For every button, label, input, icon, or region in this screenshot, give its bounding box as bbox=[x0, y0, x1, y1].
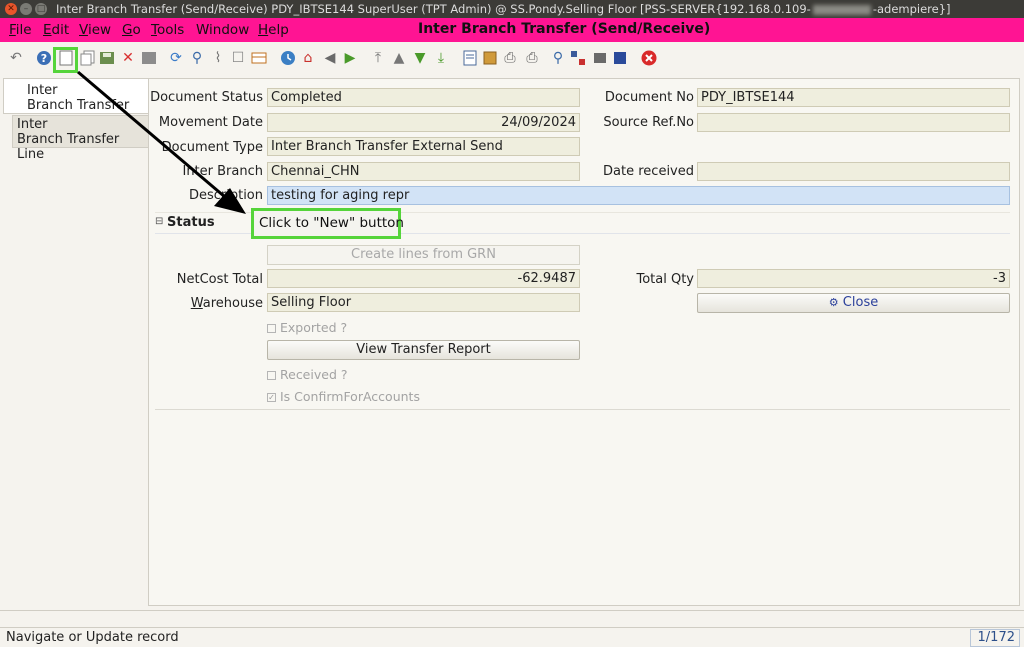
menu-tools[interactable]: Tools bbox=[151, 22, 184, 38]
history-icon[interactable] bbox=[280, 50, 296, 66]
menu-bar: File Edit View Go Tools Window Help Inte… bbox=[0, 18, 1024, 42]
instruction-callout: Click to "New" button bbox=[251, 208, 404, 239]
received-label: Received ? bbox=[280, 367, 348, 382]
inter-branch-field[interactable]: Chennai_CHN bbox=[267, 162, 580, 181]
document-type-label: Document Type bbox=[161, 140, 263, 155]
save-disabled-icon[interactable] bbox=[141, 50, 157, 66]
find-icon[interactable]: ⚲ bbox=[189, 50, 205, 66]
report-icon[interactable] bbox=[462, 50, 478, 66]
help-icon[interactable]: ? bbox=[36, 50, 52, 66]
window-title: Inter Branch Transfer (Send/Receive) PDY… bbox=[56, 2, 951, 16]
document-type-field[interactable]: Inter Branch Transfer External Send bbox=[267, 137, 580, 156]
netcost-label: NetCost Total bbox=[176, 272, 263, 287]
home-icon[interactable]: ⌂ bbox=[300, 50, 316, 66]
view-transfer-report-button[interactable]: View Transfer Report bbox=[267, 340, 580, 360]
exit-icon[interactable] bbox=[641, 50, 657, 66]
status-message: Navigate or Update record bbox=[6, 630, 179, 645]
attachment-icon[interactable]: ⌇ bbox=[210, 50, 226, 66]
product-info-icon[interactable] bbox=[612, 50, 628, 66]
copy-record-icon[interactable] bbox=[80, 50, 96, 66]
workflow-icon[interactable] bbox=[570, 50, 586, 66]
print-icon[interactable]: ⎙ bbox=[524, 50, 540, 66]
section-divider bbox=[155, 409, 1010, 410]
description-label: Description bbox=[188, 188, 263, 203]
status-bar: Navigate or Update record 1/172 bbox=[0, 627, 1024, 647]
collapse-icon[interactable]: ⊟ bbox=[155, 216, 163, 227]
document-status-field[interactable]: Completed bbox=[267, 88, 580, 107]
window-maximize-icon[interactable]: □ bbox=[35, 3, 47, 15]
record-count[interactable]: 1/172 bbox=[970, 629, 1020, 647]
received-checkbox[interactable]: Received ? bbox=[267, 367, 347, 382]
confirm-label: Is ConfirmForAccounts bbox=[280, 389, 420, 404]
create-lines-button[interactable]: Create lines from GRN bbox=[267, 245, 580, 265]
close-document-button[interactable]: ⚙ Close bbox=[697, 293, 1010, 313]
new-button-highlight bbox=[53, 47, 78, 73]
source-ref-label: Source Ref.No bbox=[603, 115, 694, 130]
last-record-icon[interactable]: ⤓ bbox=[433, 50, 449, 66]
menu-file[interactable]: File bbox=[9, 22, 32, 38]
archive-icon[interactable] bbox=[482, 50, 498, 66]
status-section-title: Status bbox=[167, 215, 215, 230]
confirm-for-accounts-checkbox[interactable]: ✓ Is ConfirmForAccounts bbox=[267, 389, 420, 404]
first-record-icon[interactable]: ⤒ bbox=[370, 50, 386, 66]
menu-help[interactable]: Help bbox=[258, 22, 289, 38]
undo-icon[interactable]: ↶ bbox=[8, 50, 24, 66]
window-close-icon[interactable]: ✕ bbox=[5, 3, 17, 15]
window-titlebar: ✕ – □ Inter Branch Transfer (Send/Receiv… bbox=[0, 0, 1024, 18]
statusbar-spacer bbox=[0, 610, 1024, 626]
svg-text:?: ? bbox=[41, 52, 47, 65]
warehouse-label: Warehouse bbox=[190, 296, 263, 311]
menu-go[interactable]: Go bbox=[122, 22, 141, 38]
source-ref-field[interactable] bbox=[697, 113, 1010, 132]
process-icon[interactable] bbox=[592, 50, 608, 66]
grid-toggle-icon[interactable] bbox=[251, 50, 267, 66]
document-no-label: Document No bbox=[604, 90, 694, 105]
tab-label: Branch Transfer Line bbox=[17, 132, 120, 162]
exported-label: Exported ? bbox=[280, 320, 348, 335]
menu-view[interactable]: View bbox=[79, 22, 111, 38]
tab-label: Inter bbox=[27, 83, 58, 98]
description-field[interactable]: testing for aging repr bbox=[267, 186, 1010, 205]
print-preview-icon[interactable]: ⎙ bbox=[502, 50, 518, 66]
tab-inter-branch-transfer[interactable]: Inter Branch Transfer bbox=[3, 78, 148, 114]
close-button-label: Close bbox=[842, 295, 879, 310]
redacted-text bbox=[812, 4, 871, 15]
movement-date-field[interactable]: 24/09/2024 bbox=[267, 113, 580, 132]
checkbox-icon bbox=[267, 324, 276, 333]
delete-icon[interactable]: ✕ bbox=[120, 50, 136, 66]
exported-checkbox[interactable]: Exported ? bbox=[267, 320, 347, 335]
parent-record-icon[interactable]: ◀ bbox=[322, 50, 338, 66]
window-minimize-icon[interactable]: – bbox=[20, 3, 32, 15]
date-received-label: Date received bbox=[603, 164, 694, 179]
tab-label: Branch Transfer bbox=[27, 98, 130, 113]
inter-branch-label: Inter Branch bbox=[182, 164, 263, 179]
chat-icon[interactable]: ☐ bbox=[230, 50, 246, 66]
checkbox-icon bbox=[267, 371, 276, 380]
refresh-icon[interactable]: ⟳ bbox=[168, 50, 184, 66]
document-no-field[interactable]: PDY_IBTSE144 bbox=[697, 88, 1010, 107]
total-qty-field[interactable]: -3 bbox=[697, 269, 1010, 288]
date-received-field[interactable] bbox=[697, 162, 1010, 181]
zoom-across-icon[interactable]: ⚲ bbox=[550, 50, 566, 66]
warehouse-field[interactable]: Selling Floor bbox=[267, 293, 580, 312]
detail-record-icon[interactable]: ▶ bbox=[342, 50, 358, 66]
menu-window[interactable]: Window bbox=[196, 22, 249, 38]
menu-edit[interactable]: Edit bbox=[43, 22, 69, 38]
app-title: Inter Branch Transfer (Send/Receive) bbox=[418, 21, 711, 37]
next-record-icon[interactable]: ▼ bbox=[412, 50, 428, 66]
toolbar: ↶ ? ✕ ⟳ ⚲ ⌇ ☐ ⌂ ◀ ▶ ⤒ ▲ ▼ ⤓ ⎙ ⎙ ⚲ bbox=[0, 44, 1024, 74]
netcost-field[interactable]: -62.9487 bbox=[267, 269, 580, 288]
save-icon[interactable] bbox=[99, 50, 115, 66]
tab-label: Inter bbox=[17, 117, 48, 132]
previous-record-icon[interactable]: ▲ bbox=[391, 50, 407, 66]
gear-icon: ⚙ bbox=[828, 296, 839, 309]
movement-date-label: Movement Date bbox=[158, 115, 263, 130]
tab-inter-branch-transfer-line[interactable]: Inter Branch Transfer Line bbox=[12, 115, 148, 162]
total-qty-label: Total Qty bbox=[636, 272, 694, 287]
document-status-label: Document Status bbox=[150, 90, 263, 105]
checked-icon: ✓ bbox=[267, 393, 276, 402]
